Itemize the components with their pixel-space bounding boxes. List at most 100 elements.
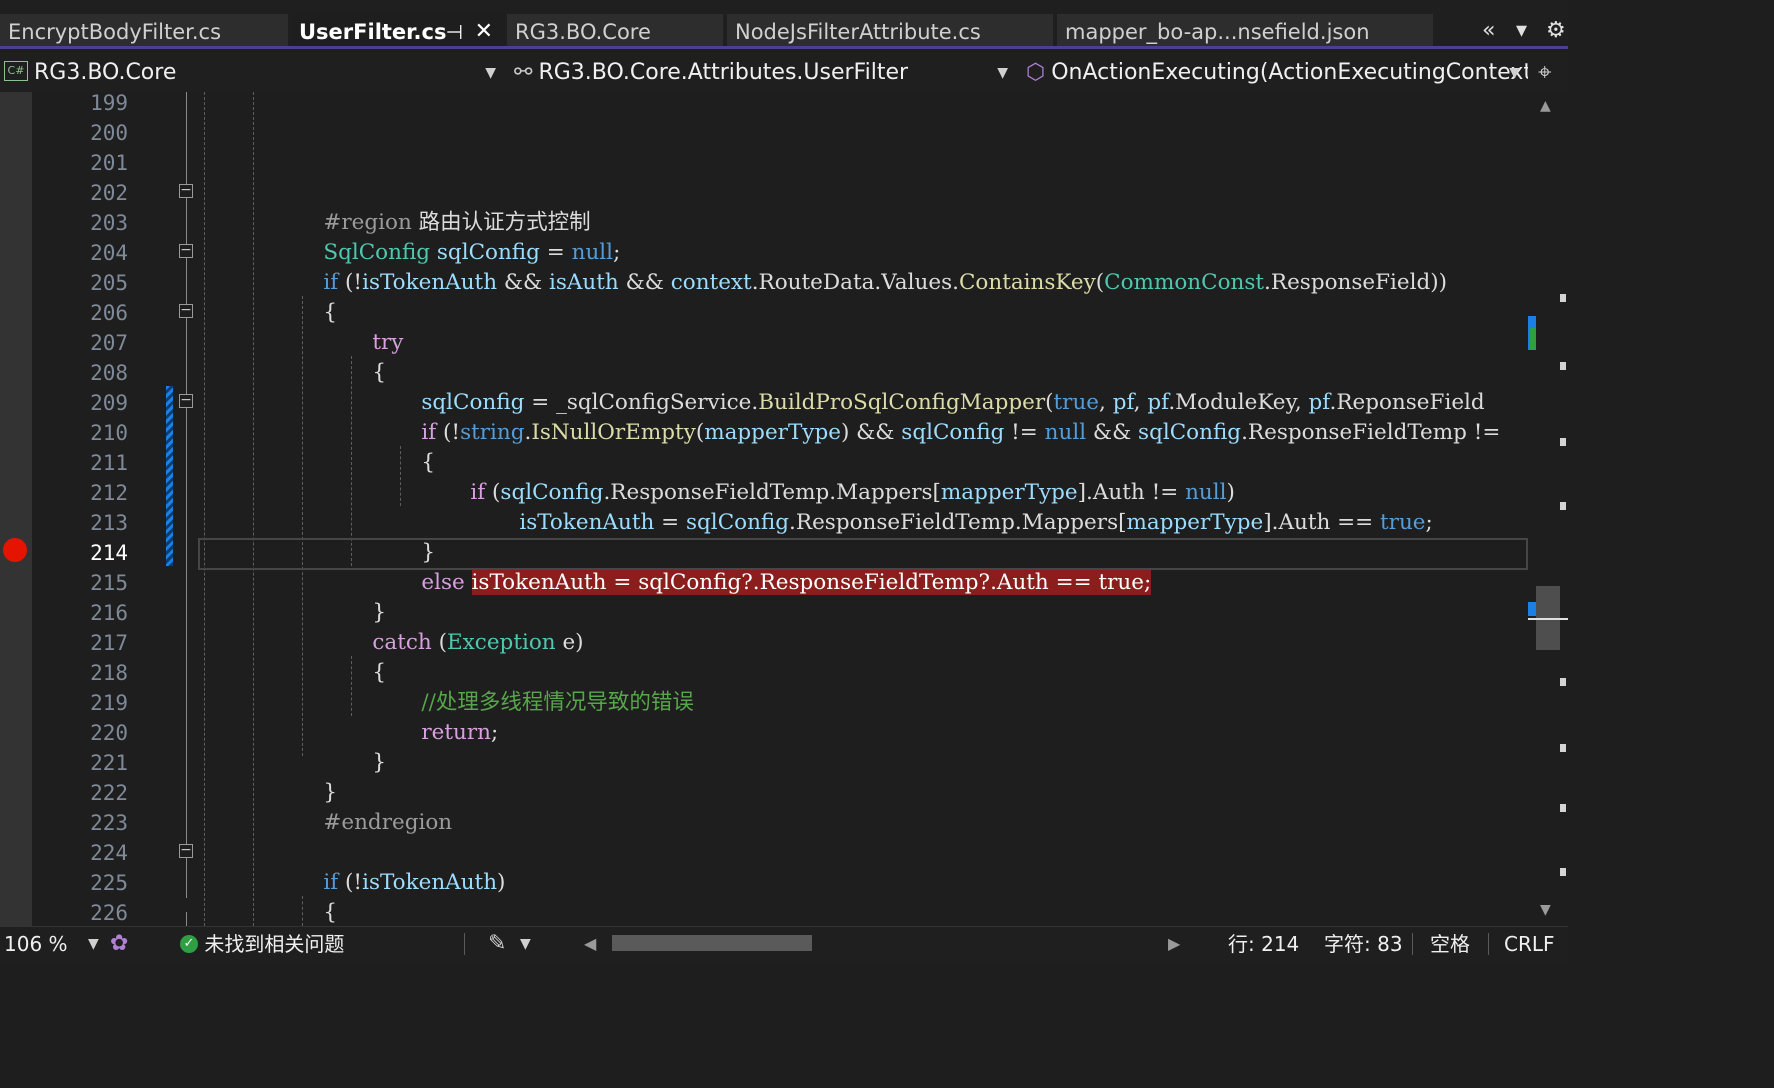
line-number: 209 (90, 391, 128, 415)
line-number: 226 (90, 901, 128, 925)
status-separator (464, 933, 465, 955)
whitespace-mode[interactable]: 空格 (1430, 927, 1470, 961)
tab-strip-accent (0, 46, 1568, 49)
member-dropdown[interactable]: ⬡ OnActionExecuting(ActionExecutingContex… (1026, 56, 1528, 90)
chevron-down-icon[interactable]: ▼ (520, 927, 531, 961)
change-marker (1528, 602, 1536, 616)
line-ending[interactable]: CRLF (1504, 927, 1555, 961)
code-line-211: if (sqlConfig.ResponseFieldTemp.Mappers[… (200, 448, 1528, 505)
cursor-line[interactable]: 行: 214 (1228, 927, 1299, 961)
scroll-marker (1560, 804, 1566, 812)
document-tab-strip: EncryptBodyFilter.cs UserFilter.cs ⊣ ✕ R… (0, 0, 1568, 50)
scroll-marker (1560, 362, 1566, 370)
code-line-206: try (200, 298, 1528, 355)
scroll-marker (1560, 294, 1566, 302)
csharp-project-icon: C# (4, 61, 28, 81)
collapse-block-icon[interactable]: − (179, 303, 193, 318)
code-line-222: #endregion (200, 778, 1528, 835)
chevron-down-icon: ▼ (485, 65, 496, 81)
code-line-213: } (200, 508, 1528, 565)
tab-label: mapper_bo-ap...nsefield.json (1065, 20, 1370, 44)
code-line-203: SqlConfig sqlConfig = null; (200, 208, 1528, 265)
tab-overflow-icon[interactable]: « (1482, 18, 1495, 44)
code-line-204: if (!isTokenAuth && isAuth && context.Ro… (200, 238, 1528, 295)
scroll-marker (1560, 678, 1566, 686)
code-editor[interactable]: 199 200 201 202 203 204 205 206 207 208 … (0, 92, 1528, 926)
code-line-214: else isTokenAuth = sqlConfig?.ResponseFi… (200, 538, 1528, 595)
code-line-210: { (200, 418, 1528, 475)
issues-indicator[interactable]: ✓ 未找到相关问题 (180, 927, 344, 961)
line-number-current: 214 (90, 541, 128, 565)
zoom-dropdown-icon[interactable]: ▼ (88, 927, 99, 961)
code-line-209: if (!string.IsNullOrEmpty(mapperType) &&… (200, 388, 1528, 445)
code-line-215: } (200, 568, 1528, 625)
tab-nodejsfilterattribute[interactable]: NodeJsFilterAttribute.cs (727, 14, 1053, 48)
line-number: 208 (90, 361, 128, 385)
tab-userfilter[interactable]: UserFilter.cs ⊣ ✕ (291, 14, 505, 48)
vertical-scrollbar[interactable]: ▲ ▼ (1528, 92, 1568, 926)
split-editor-icon[interactable]: ⌖ (1538, 58, 1552, 86)
line-number: 225 (90, 871, 128, 895)
breakpoint-margin[interactable] (0, 92, 32, 926)
collapse-region-icon[interactable]: − (179, 183, 193, 198)
code-line-219: return; (200, 688, 1528, 745)
code-line-225: { (200, 868, 1528, 925)
code-line-218: //处理多线程情况导致的错误 (200, 658, 1528, 715)
code-cleanup-brush-icon[interactable]: ✎ (488, 927, 506, 961)
line-number: 212 (90, 481, 128, 505)
scroll-marker (1560, 502, 1566, 510)
line-number: 223 (90, 811, 128, 835)
pin-icon[interactable]: ⊣ (446, 14, 463, 46)
unsaved-change-bar (166, 386, 173, 566)
status-separator (1488, 933, 1489, 955)
line-number: 224 (90, 841, 128, 865)
settings-icon[interactable]: ⚙ (1546, 18, 1566, 44)
line-number: 215 (90, 571, 128, 595)
code-line-205: { (200, 268, 1528, 325)
line-number: 203 (90, 211, 128, 235)
line-number: 217 (90, 631, 128, 655)
check-icon: ✓ (180, 934, 198, 953)
code-line-207: { (200, 328, 1528, 385)
status-separator (1412, 933, 1413, 955)
collapse-block-icon[interactable]: − (179, 843, 193, 858)
collapse-block-icon[interactable]: − (179, 393, 193, 408)
chevron-down-icon: ▼ (1509, 65, 1520, 81)
tab-label: UserFilter.cs (299, 20, 447, 44)
collapse-block-icon[interactable]: − (179, 243, 193, 258)
scroll-right-icon[interactable]: ▶ (1168, 927, 1180, 961)
tab-list-dropdown-icon[interactable]: ▾ (1516, 18, 1527, 44)
line-number: 219 (90, 691, 128, 715)
close-icon[interactable]: ✕ (475, 14, 493, 46)
horizontal-scroll-thumb[interactable] (612, 935, 812, 951)
code-token: #endregion (323, 810, 453, 835)
tab-encryptbodyfilter[interactable]: EncryptBodyFilter.cs (0, 14, 288, 48)
line-number: 210 (90, 421, 128, 445)
scroll-down-icon[interactable]: ▼ (1540, 902, 1551, 918)
code-line-220: } (200, 718, 1528, 775)
class-attribute-icon: ⚯ (514, 60, 533, 85)
line-number: 207 (90, 331, 128, 355)
tab-rg3-bo-core[interactable]: RG3.BO.Core (507, 14, 723, 48)
status-bar: 106 % ▼ ✿ ✓ 未找到相关问题 ✎ ▼ ◀ ▶ 行: 214 字符: 8… (0, 926, 1568, 963)
line-number: 221 (90, 751, 128, 775)
zoom-level[interactable]: 106 % (4, 927, 68, 961)
caret-position-marker (1528, 618, 1568, 620)
method-cube-icon: ⬡ (1026, 60, 1046, 85)
type-name: RG3.BO.Core.Attributes.UserFilter (538, 60, 909, 85)
line-number: 205 (90, 271, 128, 295)
line-number: 202 (90, 181, 128, 205)
scroll-up-icon[interactable]: ▲ (1540, 98, 1551, 114)
scroll-left-icon[interactable]: ◀ (584, 927, 596, 961)
project-dropdown[interactable]: C# RG3.BO.Core ▼ (4, 56, 504, 90)
code-line-202: #region 路由认证方式控制 (200, 178, 1528, 235)
outline-line (186, 912, 187, 926)
code-line-217: { (200, 628, 1528, 685)
type-dropdown[interactable]: ⚯ RG3.BO.Core.Attributes.UserFilter ▼ (514, 56, 1016, 90)
code-line-212: isTokenAuth = sqlConfig.ResponseFieldTem… (200, 478, 1528, 535)
cursor-char[interactable]: 字符: 83 (1324, 927, 1403, 961)
intellicode-icon[interactable]: ✿ (110, 927, 128, 961)
breakpoint-icon[interactable] (3, 538, 27, 562)
code-line-208: sqlConfig = _sqlConfigService.BuildProSq… (200, 358, 1528, 415)
tab-mapper-json[interactable]: mapper_bo-ap...nsefield.json (1057, 14, 1433, 48)
